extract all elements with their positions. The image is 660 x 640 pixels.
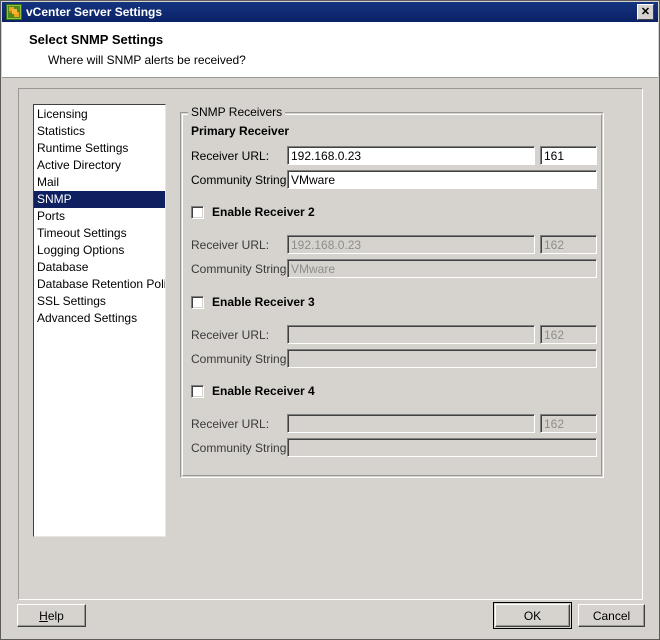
settings-category-list[interactable]: Licensing Statistics Runtime Settings Activ… xyxy=(33,104,166,537)
receiver-4-community-label: Community String: xyxy=(191,441,290,455)
receiver-3-community-input xyxy=(287,349,597,368)
sidebar-item-database[interactable]: Database xyxy=(34,259,165,276)
sidebar-item-ssl-settings[interactable]: SSL Settings xyxy=(34,293,165,310)
ok-button[interactable]: OK xyxy=(495,604,570,627)
sidebar-item-database-retention-policy[interactable]: Database Retention Policy xyxy=(34,276,165,293)
sidebar-item-logging-options[interactable]: Logging Options xyxy=(34,242,165,259)
enable-receiver-3-label: Enable Receiver 3 xyxy=(212,295,315,309)
receiver-2-community-input: VMware xyxy=(287,259,597,278)
enable-receiver-2-checkbox[interactable] xyxy=(191,205,204,219)
sidebar-item-licensing[interactable]: Licensing xyxy=(34,106,165,123)
receiver-3-url-label: Receiver URL: xyxy=(191,328,270,342)
sidebar-item-active-directory[interactable]: Active Directory xyxy=(34,157,165,174)
receiver-4-community-input xyxy=(287,438,597,457)
page-title: Select SNMP Settings xyxy=(29,32,164,47)
primary-receiver-port-input[interactable]: 161 xyxy=(540,146,597,165)
receiver-2-community-label: Community String: xyxy=(191,262,290,276)
sidebar-item-snmp[interactable]: SNMP xyxy=(34,191,165,208)
cancel-button[interactable]: Cancel xyxy=(578,604,645,627)
receiver-4-url-label: Receiver URL: xyxy=(191,417,270,431)
receiver-2-port-input: 162 xyxy=(540,235,597,254)
title-bar[interactable]: vCenter Server Settings ✕ xyxy=(2,2,658,22)
page-subtitle: Where will SNMP alerts be received? xyxy=(48,53,246,67)
enable-receiver-4-label: Enable Receiver 4 xyxy=(212,384,315,398)
help-button[interactable]: Help xyxy=(17,604,86,627)
receiver-4-port-input: 162 xyxy=(540,414,597,433)
header-band: Select SNMP Settings Where will SNMP ale… xyxy=(2,22,658,78)
enable-receiver-4-row[interactable]: Enable Receiver 4 xyxy=(191,384,315,398)
primary-receiver-community-label: Community String: xyxy=(191,173,290,187)
sidebar-item-ports[interactable]: Ports xyxy=(34,208,165,225)
sidebar-item-runtime-settings[interactable]: Runtime Settings xyxy=(34,140,165,157)
window-title: vCenter Server Settings xyxy=(26,5,163,19)
help-rest-chars: elp xyxy=(47,608,64,623)
receiver-2-url-input: 192.168.0.23 xyxy=(287,235,535,254)
sidebar-item-mail[interactable]: Mail xyxy=(34,174,165,191)
enable-receiver-4-checkbox[interactable] xyxy=(191,384,204,398)
sidebar-item-statistics[interactable]: Statistics xyxy=(34,123,165,140)
close-icon[interactable]: ✕ xyxy=(637,4,654,20)
sidebar-item-timeout-settings[interactable]: Timeout Settings xyxy=(34,225,165,242)
sidebar-item-advanced-settings[interactable]: Advanced Settings xyxy=(34,310,165,327)
vcenter-icon xyxy=(6,4,22,20)
help-button-label: Help xyxy=(39,609,64,623)
enable-receiver-2-row[interactable]: Enable Receiver 2 xyxy=(191,205,315,219)
enable-receiver-3-checkbox[interactable] xyxy=(191,295,204,309)
primary-receiver-url-label: Receiver URL: xyxy=(191,149,270,163)
receiver-3-url-input xyxy=(287,325,535,344)
help-accel-char: H xyxy=(39,608,48,623)
snmp-receivers-legend: SNMP Receivers xyxy=(188,105,286,119)
vcenter-server-settings-dialog: vCenter Server Settings ✕ Select SNMP Se… xyxy=(0,0,660,640)
primary-receiver-community-input[interactable]: VMware xyxy=(287,170,597,189)
receiver-3-community-label: Community String: xyxy=(191,352,290,366)
primary-receiver-heading: Primary Receiver xyxy=(191,124,290,138)
primary-receiver-url-input[interactable]: 192.168.0.23 xyxy=(287,146,535,165)
enable-receiver-3-row[interactable]: Enable Receiver 3 xyxy=(191,295,315,309)
receiver-3-port-input: 162 xyxy=(540,325,597,344)
receiver-4-url-input xyxy=(287,414,535,433)
receiver-2-url-label: Receiver URL: xyxy=(191,238,270,252)
enable-receiver-2-label: Enable Receiver 2 xyxy=(212,205,315,219)
